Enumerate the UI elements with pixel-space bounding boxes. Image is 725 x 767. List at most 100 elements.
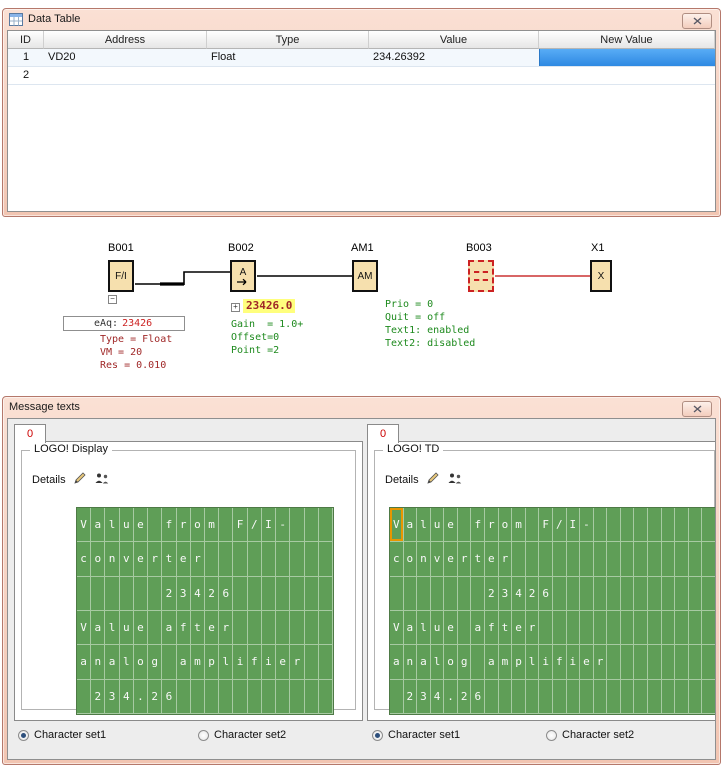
char-cell[interactable]: o [134,645,148,679]
char-cell[interactable]: 3 [417,680,431,714]
char-cell[interactable]: n [404,645,418,679]
char-cell[interactable] [580,577,594,611]
char-cell[interactable]: 2 [162,577,176,611]
char-cell[interactable] [648,577,662,611]
char-cell[interactable] [276,577,290,611]
char-cell[interactable] [702,680,716,714]
eaq-input[interactable]: eAq: 23426 [63,316,185,331]
char-cell[interactable]: 2 [148,680,162,714]
char-cell[interactable] [512,542,526,576]
char-cell[interactable] [594,508,608,542]
char-cell[interactable] [594,542,608,576]
char-cell[interactable] [219,680,233,714]
char-cell[interactable] [305,542,319,576]
char-cell[interactable] [634,577,648,611]
char-cell[interactable] [319,577,333,611]
char-cell[interactable] [148,611,162,645]
column-header-type[interactable]: Type [207,31,369,49]
char-cell[interactable]: r [526,611,540,645]
char-cell[interactable]: 2 [91,680,105,714]
char-cell[interactable] [233,611,247,645]
char-cell[interactable]: m [499,645,513,679]
char-cell[interactable]: f [471,508,485,542]
char-cell[interactable]: F [539,508,553,542]
char-cell[interactable] [512,680,526,714]
char-cell[interactable] [675,680,689,714]
char-cell[interactable] [662,508,676,542]
char-cell[interactable]: r [499,542,513,576]
char-cell[interactable] [105,577,119,611]
char-cell[interactable] [607,611,621,645]
char-cell[interactable] [689,577,703,611]
char-cell[interactable] [148,508,162,542]
column-header-new-value[interactable]: New Value [539,31,715,49]
radio-button-selected[interactable] [372,730,383,741]
char-cell[interactable] [553,611,567,645]
char-cell[interactable]: a [162,611,176,645]
table-cell-type[interactable] [207,67,369,84]
char-cell[interactable]: r [290,645,304,679]
char-cell[interactable] [702,508,716,542]
char-cell[interactable]: i [262,645,276,679]
char-cell[interactable] [248,542,262,576]
char-cell[interactable] [662,645,676,679]
char-cell[interactable] [621,611,635,645]
block-b003-message-text[interactable] [468,260,494,292]
char-cell[interactable]: t [499,611,513,645]
char-cell[interactable] [634,508,648,542]
char-cell[interactable] [262,680,276,714]
char-cell[interactable] [248,577,262,611]
char-cell[interactable] [444,577,458,611]
char-cell[interactable] [319,680,333,714]
char-cell[interactable] [290,542,304,576]
block-b001-fi-converter[interactable]: F/I [108,260,134,292]
char-cell[interactable] [662,611,676,645]
char-cell[interactable]: c [390,542,404,576]
tab-td-0[interactable]: 0 [367,424,399,443]
char-cell[interactable] [290,577,304,611]
char-cell[interactable]: 2 [458,680,472,714]
char-cell[interactable] [248,680,262,714]
char-cell[interactable]: i [233,645,247,679]
char-cell[interactable] [290,508,304,542]
char-cell[interactable]: n [91,645,105,679]
table-cell-address[interactable]: VD20 [44,49,207,66]
char-cell[interactable]: t [162,542,176,576]
char-cell[interactable] [77,577,91,611]
table-cell-value[interactable] [369,67,539,84]
wire-b001-b002-up[interactable] [184,272,231,285]
char-cell[interactable]: 6 [471,680,485,714]
char-cell[interactable]: c [77,542,91,576]
char-cell[interactable] [290,611,304,645]
char-cell[interactable] [675,577,689,611]
char-cell[interactable] [689,508,703,542]
char-cell[interactable] [621,645,635,679]
char-cell[interactable]: . [134,680,148,714]
char-cell[interactable]: g [148,645,162,679]
char-cell[interactable]: r [594,645,608,679]
char-cell[interactable] [594,680,608,714]
char-cell[interactable]: 2 [205,577,219,611]
char-cell[interactable] [662,542,676,576]
char-cell[interactable] [526,680,540,714]
char-cell[interactable]: l [431,645,445,679]
radio-button-selected[interactable] [18,730,29,741]
char-cell[interactable]: l [219,645,233,679]
char-cell[interactable] [702,542,716,576]
char-cell[interactable]: - [580,508,594,542]
char-cell[interactable] [471,577,485,611]
char-cell[interactable]: 6 [162,680,176,714]
char-cell[interactable] [458,611,472,645]
char-cell[interactable]: i [539,645,553,679]
char-cell[interactable]: - [276,508,290,542]
char-cell[interactable] [689,542,703,576]
char-cell[interactable] [594,577,608,611]
char-cell[interactable] [621,577,635,611]
char-cell[interactable]: 3 [105,680,119,714]
char-cell[interactable]: 4 [191,577,205,611]
table-cell-address[interactable] [44,67,207,84]
char-cell[interactable] [458,508,472,542]
char-cell[interactable] [607,508,621,542]
char-cell[interactable]: o [404,542,418,576]
column-header-id[interactable]: ID [8,31,44,49]
